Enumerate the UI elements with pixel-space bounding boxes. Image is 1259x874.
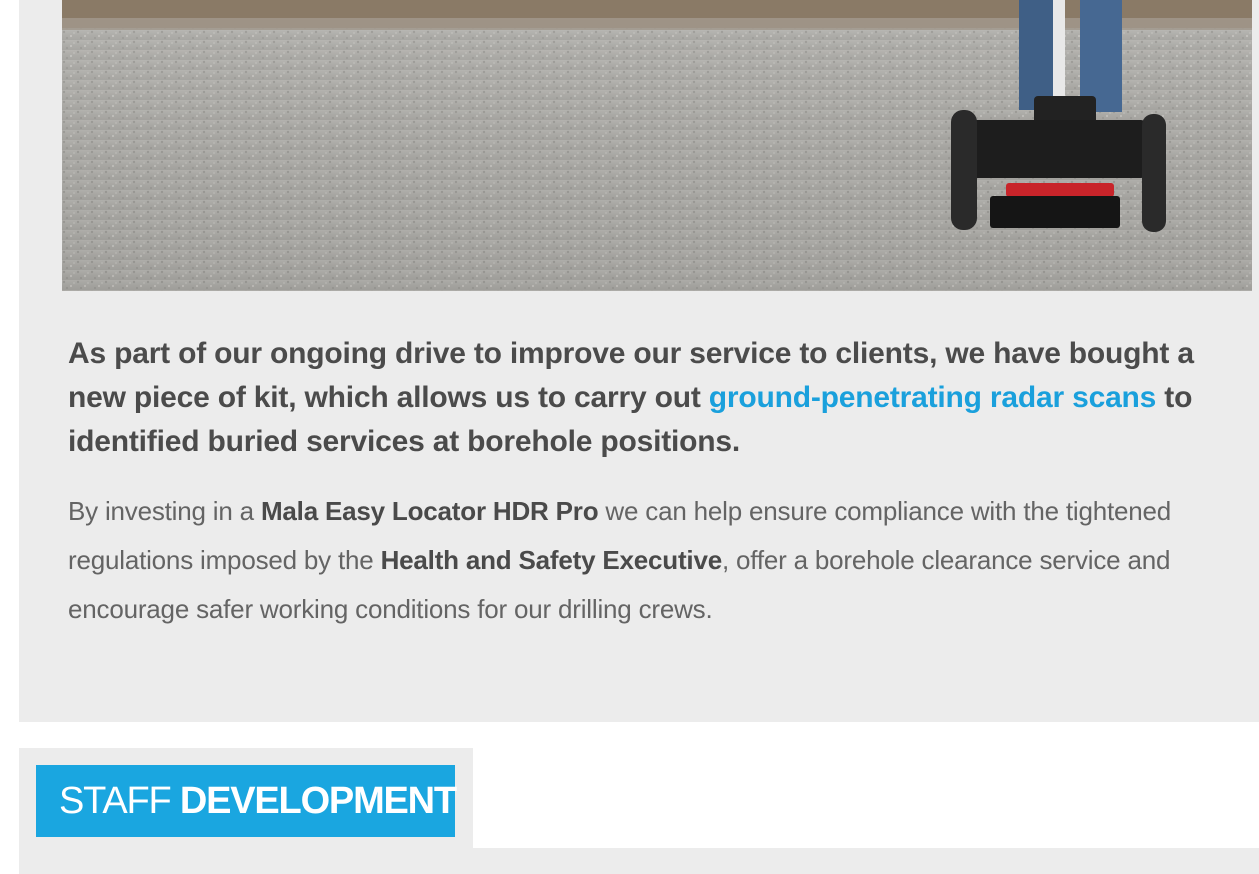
product-name: Mala Easy Locator HDR Pro: [260, 496, 599, 526]
lead-paragraph: As part of our ongoing drive to improve …: [68, 332, 1228, 464]
body-paragraph: By investing in a Mala Easy Locator HDR …: [68, 487, 1218, 634]
section-heading-staff-development: STAFF DEVELOPMENT: [36, 765, 457, 837]
section-heading-light: STAFF: [59, 780, 180, 822]
next-section-panel: [19, 848, 1259, 874]
gpr-scans-link[interactable]: ground-penetrating radar scans: [709, 381, 1157, 414]
organization-name: Health and Safety Executive: [380, 545, 723, 575]
section-heading-bold: DEVELOPMENT: [179, 780, 457, 822]
body-text-1: By investing in a: [68, 496, 261, 526]
hero-image: [62, 0, 1252, 291]
